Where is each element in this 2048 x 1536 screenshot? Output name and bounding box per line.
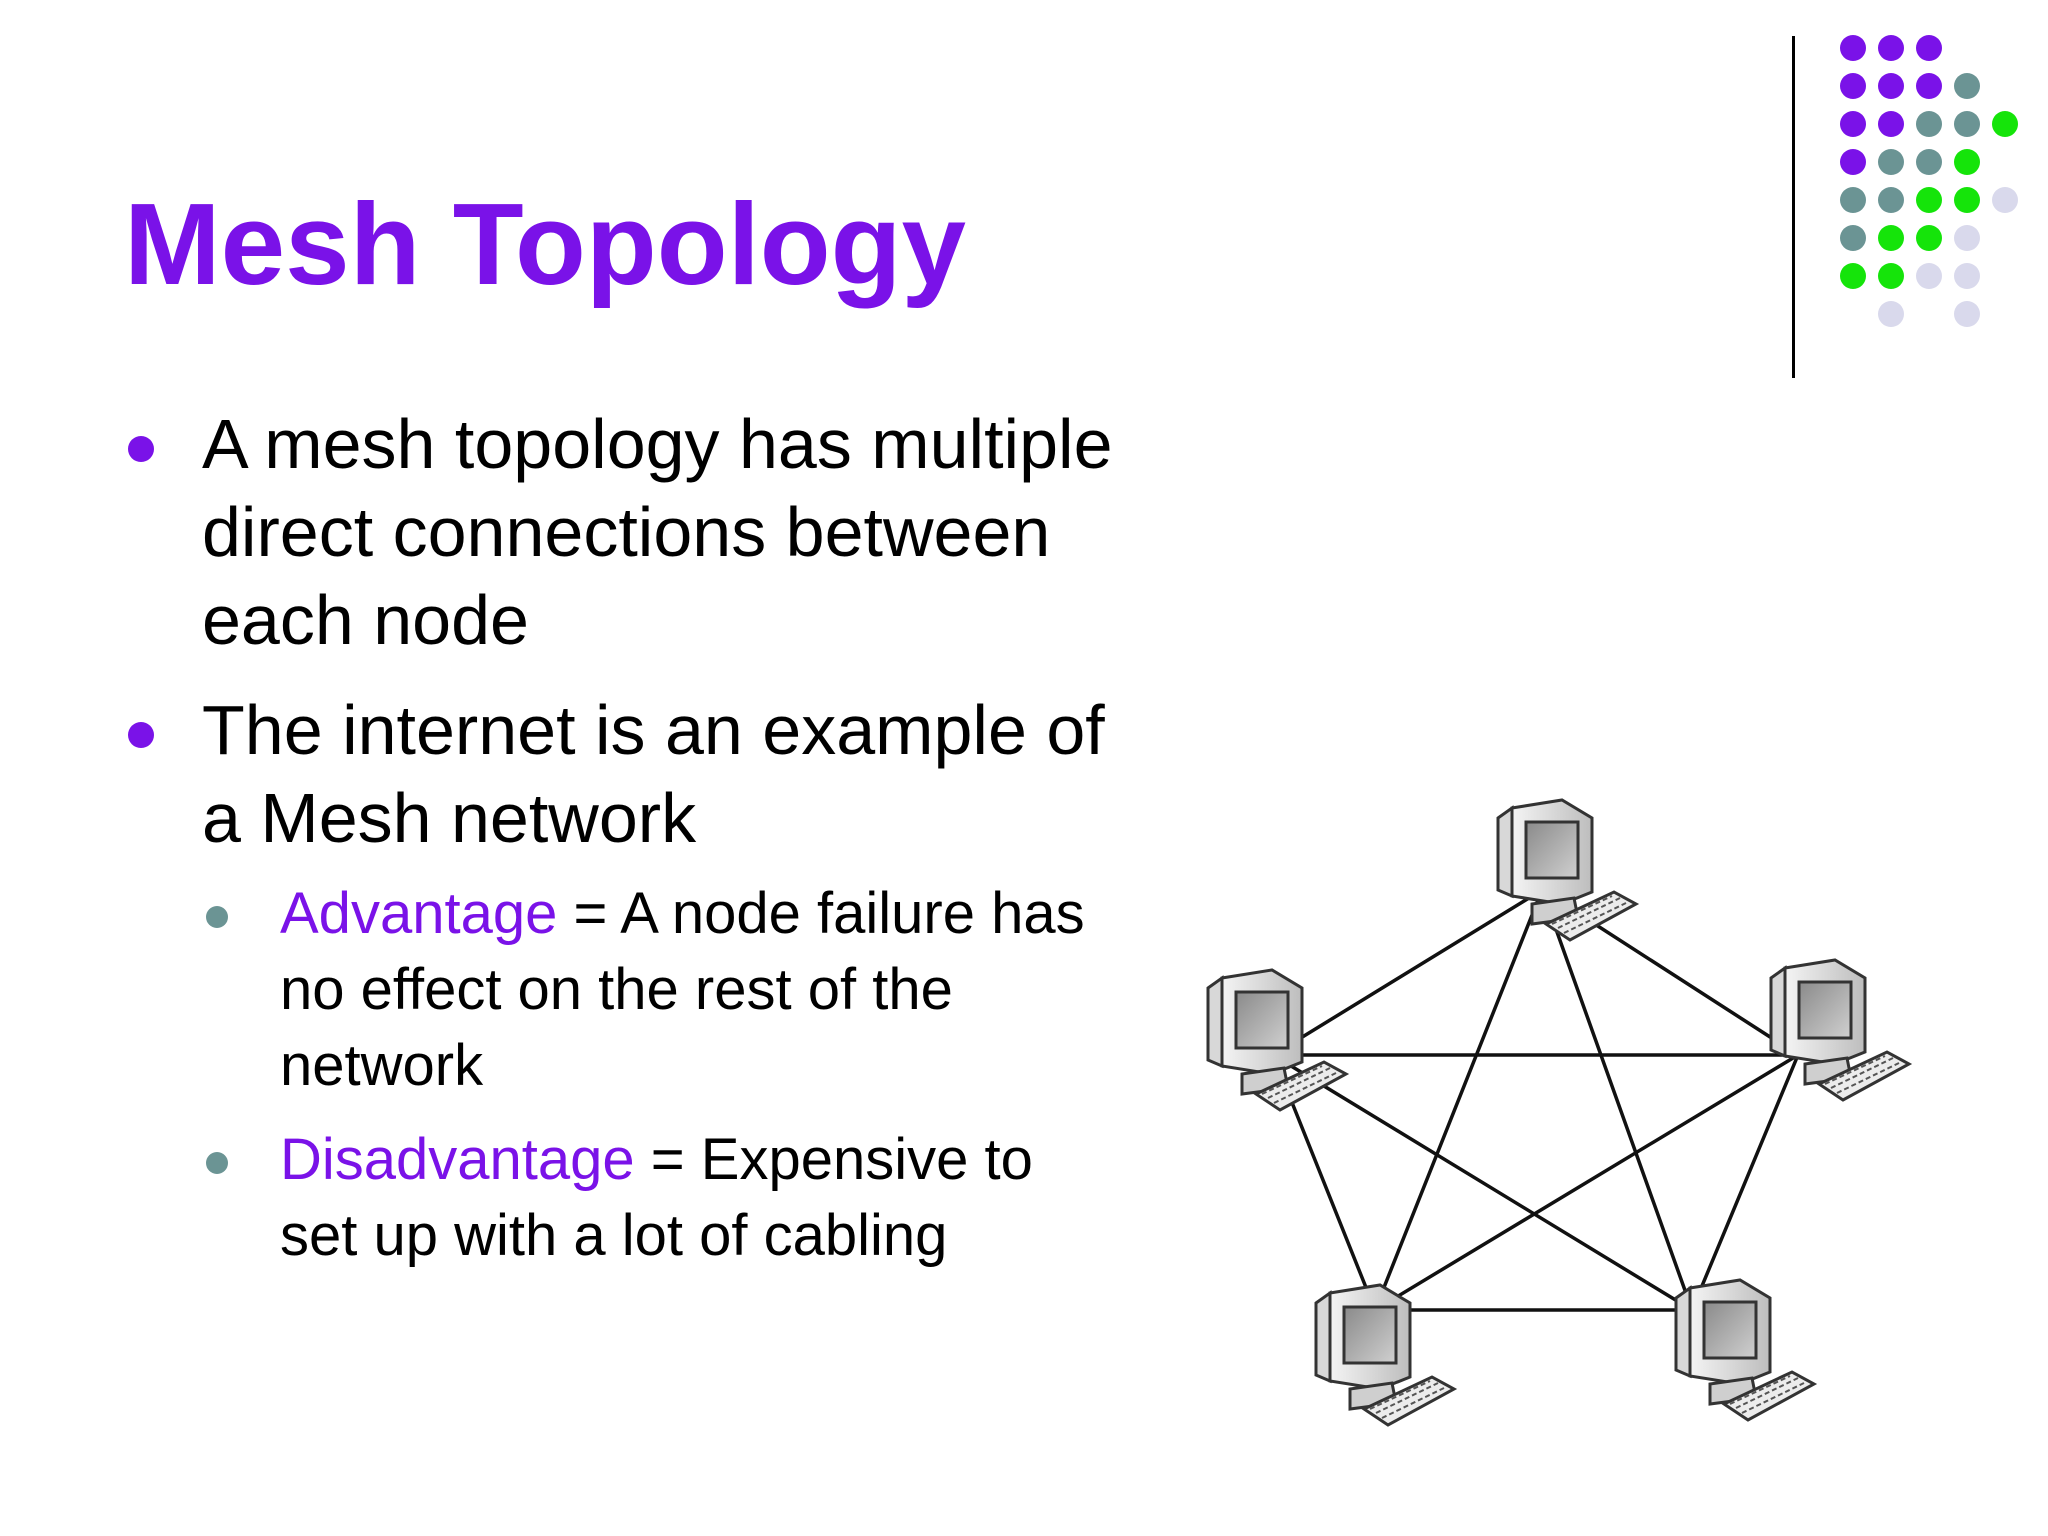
computer-node-top [1496,798,1640,942]
computer-node-bottom-right [1674,1278,1818,1422]
decorative-dot [1878,187,1904,213]
decorative-dot [1954,73,1980,99]
computer-icon [1769,958,1913,1102]
mesh-network-diagram [1206,798,1913,1427]
decorative-dot [1992,187,2018,213]
decorative-dot [1840,111,1866,137]
decorative-dot [1954,149,1980,175]
decorative-dot [1840,149,1866,175]
sub-bullet-term: Advantage [280,881,558,946]
cable-line [1540,888,1694,1312]
decorative-dot [1954,225,1980,251]
decorative-dot [1916,187,1942,213]
computer-icon [1674,1278,1818,1422]
sub-bullet-item: Disadvantage = Expensive to set up with … [202,1122,1124,1274]
bullet-list: A mesh topology has multiple direct conn… [124,400,1124,1296]
decorative-dot [1916,225,1942,251]
decorative-dot [1916,73,1942,99]
computer-node-right [1769,958,1913,1102]
decorative-dot [1954,187,1980,213]
decorative-dot [1840,187,1866,213]
decorative-dot [1878,263,1904,289]
sub-bullet-term: Disadvantage [280,1127,635,1192]
cable-line [1373,1053,1800,1312]
sub-bullet-dot-icon [206,1152,228,1174]
computer-icon [1496,798,1640,942]
decorative-dot [1878,73,1904,99]
bullet-text: A mesh topology has multiple direct conn… [202,405,1113,659]
decorative-dot [1878,301,1904,327]
cable-line [1373,888,1544,1312]
bullet-item: A mesh topology has multiple direct conn… [124,400,1124,664]
computer-node-left [1206,968,1350,1112]
bullet-dot-icon [128,722,154,748]
decorative-dot [1954,111,1980,137]
computer-icon [1314,1283,1458,1427]
sub-bullet-item: Advantage = A node failure has no effect… [202,876,1124,1104]
decorative-dot [1916,149,1942,175]
cable-line [1271,1053,1694,1312]
decorative-dot [1878,149,1904,175]
computer-icon [1206,968,1350,1112]
decorative-dot [1840,73,1866,99]
decorative-dot [1878,111,1904,137]
cable-line [1271,888,1544,1057]
decorative-dot [1954,263,1980,289]
decorative-dot [1840,225,1866,251]
bullet-item: The internet is an example of a Mesh net… [124,686,1124,1274]
decorative-dot [1916,111,1942,137]
decorative-dot-grid [1840,35,2018,327]
decorative-dot [1878,35,1904,61]
decorative-dot [1840,263,1866,289]
computer-node-bottom-left [1314,1283,1458,1427]
decorative-dot [1916,35,1942,61]
decorative-dot [1992,111,2018,137]
sub-bullet-dot-icon [206,906,228,928]
decorative-dot [1916,263,1942,289]
decorative-dot [1878,225,1904,251]
decorative-dot [1840,35,1866,61]
cable-line [1690,1053,1800,1312]
sub-bullet-list: Advantage = A node failure has no effect… [202,876,1124,1274]
mesh-cables [1271,888,1800,1312]
decorative-dot [1954,301,1980,327]
bullet-dot-icon [128,436,154,462]
bullet-text: The internet is an example of a Mesh net… [202,691,1105,857]
slide: Mesh Topology A mesh topology has multip… [0,0,2048,1536]
